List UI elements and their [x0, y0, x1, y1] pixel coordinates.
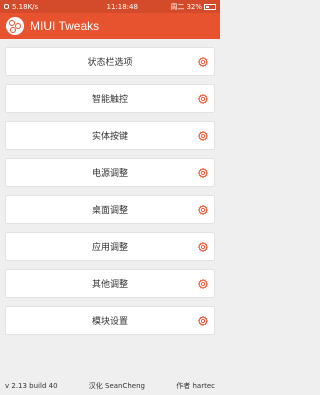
gear-icon[interactable] — [197, 241, 209, 253]
app-logo-icon — [6, 17, 24, 35]
menu-item-label: 状态栏选项 — [87, 58, 133, 68]
menu-item-label: 应用调整 — [91, 243, 128, 253]
menu-item-label: 其他调整 — [91, 280, 128, 290]
gear-icon[interactable] — [197, 93, 209, 105]
settings-list: 状态栏选项 智能触控 实体按键 电源调整 桌面调整 应用调整 其他调整 模块设置 — [5, 47, 215, 343]
gear-icon[interactable] — [197, 56, 209, 68]
app-title: MIUI Tweaks — [30, 19, 100, 33]
author-text: 作者 hartec — [176, 382, 215, 390]
app-bar: MIUI Tweaks — [0, 13, 220, 39]
status-bar: 5.18K/s 11:18:48 周二 32% — [0, 0, 220, 13]
gear-icon[interactable] — [197, 167, 209, 179]
menu-item-status-bar[interactable]: 状态栏选项 — [5, 47, 215, 76]
menu-item-smart-touch[interactable]: 智能触控 — [5, 84, 215, 113]
status-bar-day: 周二 — [170, 2, 185, 11]
menu-item-label: 实体按键 — [91, 132, 128, 142]
battery-percent: 32% — [186, 2, 202, 11]
menu-item-label: 模块设置 — [91, 317, 128, 327]
notification-icon — [4, 4, 9, 9]
version-text: v 2.13 build 40 — [5, 382, 58, 390]
gear-icon[interactable] — [197, 315, 209, 327]
menu-item-label: 桌面调整 — [91, 206, 128, 216]
network-speed: 5.18K/s — [12, 2, 39, 11]
menu-item-label: 电源调整 — [91, 169, 128, 179]
status-bar-time: 11:18:48 — [106, 2, 138, 11]
footer: v 2.13 build 40 汉化 SeanCheng 作者 hartec — [0, 380, 220, 392]
battery-icon — [204, 3, 216, 10]
gear-icon[interactable] — [197, 278, 209, 290]
status-bar-left: 5.18K/s — [0, 3, 74, 11]
gear-icon[interactable] — [197, 130, 209, 142]
translator-text: 汉化 SeanCheng — [88, 382, 145, 390]
gear-icon[interactable] — [197, 204, 209, 216]
menu-item-hardware-keys[interactable]: 实体按键 — [5, 121, 215, 150]
menu-item-desktop[interactable]: 桌面调整 — [5, 195, 215, 224]
menu-item-power[interactable]: 电源调整 — [5, 158, 215, 187]
status-bar-right: 周二 32% — [170, 2, 220, 12]
menu-item-module-settings[interactable]: 模块设置 — [5, 306, 215, 335]
menu-item-other[interactable]: 其他调整 — [5, 269, 215, 298]
menu-item-apps[interactable]: 应用调整 — [5, 232, 215, 261]
menu-item-label: 智能触控 — [91, 95, 128, 105]
